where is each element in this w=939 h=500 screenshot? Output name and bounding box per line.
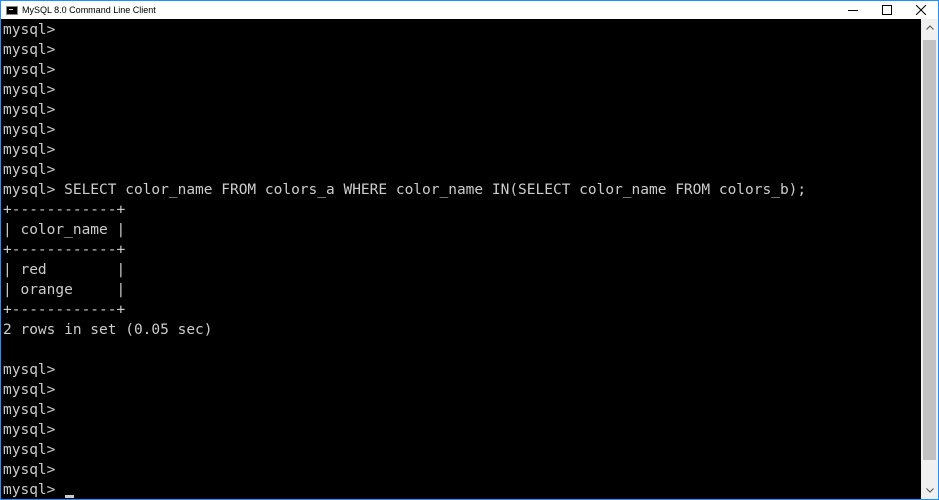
console-line: mysql> <box>3 402 56 418</box>
title-bar[interactable]: MySQL 8.0 Command Line Client <box>1 1 938 19</box>
table-row: | red | <box>3 262 126 278</box>
chevron-down-icon <box>925 488 934 493</box>
table-border-bottom: +------------+ <box>3 302 126 318</box>
minimize-button[interactable] <box>836 1 870 19</box>
table-border-top: +------------+ <box>3 202 126 218</box>
text-cursor <box>65 495 75 498</box>
console-line: mysql> <box>3 62 56 78</box>
result-summary: 2 rows in set (0.05 sec) <box>3 322 213 338</box>
console-line: mysql> <box>3 422 56 438</box>
console-output[interactable]: mysql> mysql> mysql> mysql> mysql> mysql… <box>1 19 921 499</box>
console-line: mysql> <box>3 42 56 58</box>
prompt-text: mysql> <box>3 482 65 498</box>
maximize-button[interactable] <box>870 1 904 19</box>
table-border-mid: +------------+ <box>3 242 126 258</box>
minimize-icon <box>848 10 858 11</box>
console-input-line[interactable]: mysql> <box>3 480 75 499</box>
sql-query-line: mysql> SELECT color_name FROM colors_a W… <box>3 182 807 198</box>
table-header-row: | color_name | <box>3 222 126 238</box>
console-line: mysql> <box>3 142 56 158</box>
console-line: mysql> <box>3 82 56 98</box>
console-line: mysql> <box>3 122 56 138</box>
console-line: mysql> <box>3 442 56 458</box>
console-line: mysql> <box>3 382 56 398</box>
maximize-icon <box>882 5 892 15</box>
close-button[interactable] <box>904 1 938 19</box>
mysql-client-window: MySQL 8.0 Command Line Client mysql> mys… <box>0 0 939 500</box>
console-line: mysql> <box>3 22 56 38</box>
scroll-up-button[interactable] <box>921 19 938 36</box>
console-app-icon <box>6 5 18 15</box>
chevron-up-icon <box>925 25 934 30</box>
table-row: | orange | <box>3 282 126 298</box>
console-line: mysql> <box>3 162 56 178</box>
window-controls <box>836 1 938 19</box>
scroll-down-button[interactable] <box>921 482 938 499</box>
console-line: mysql> <box>3 462 56 478</box>
vertical-scrollbar[interactable] <box>921 19 938 499</box>
console-line: mysql> <box>3 362 56 378</box>
close-icon <box>916 5 926 15</box>
scroll-thumb[interactable] <box>923 40 936 460</box>
window-title: MySQL 8.0 Command Line Client <box>22 5 156 15</box>
console-line: mysql> <box>3 102 56 118</box>
